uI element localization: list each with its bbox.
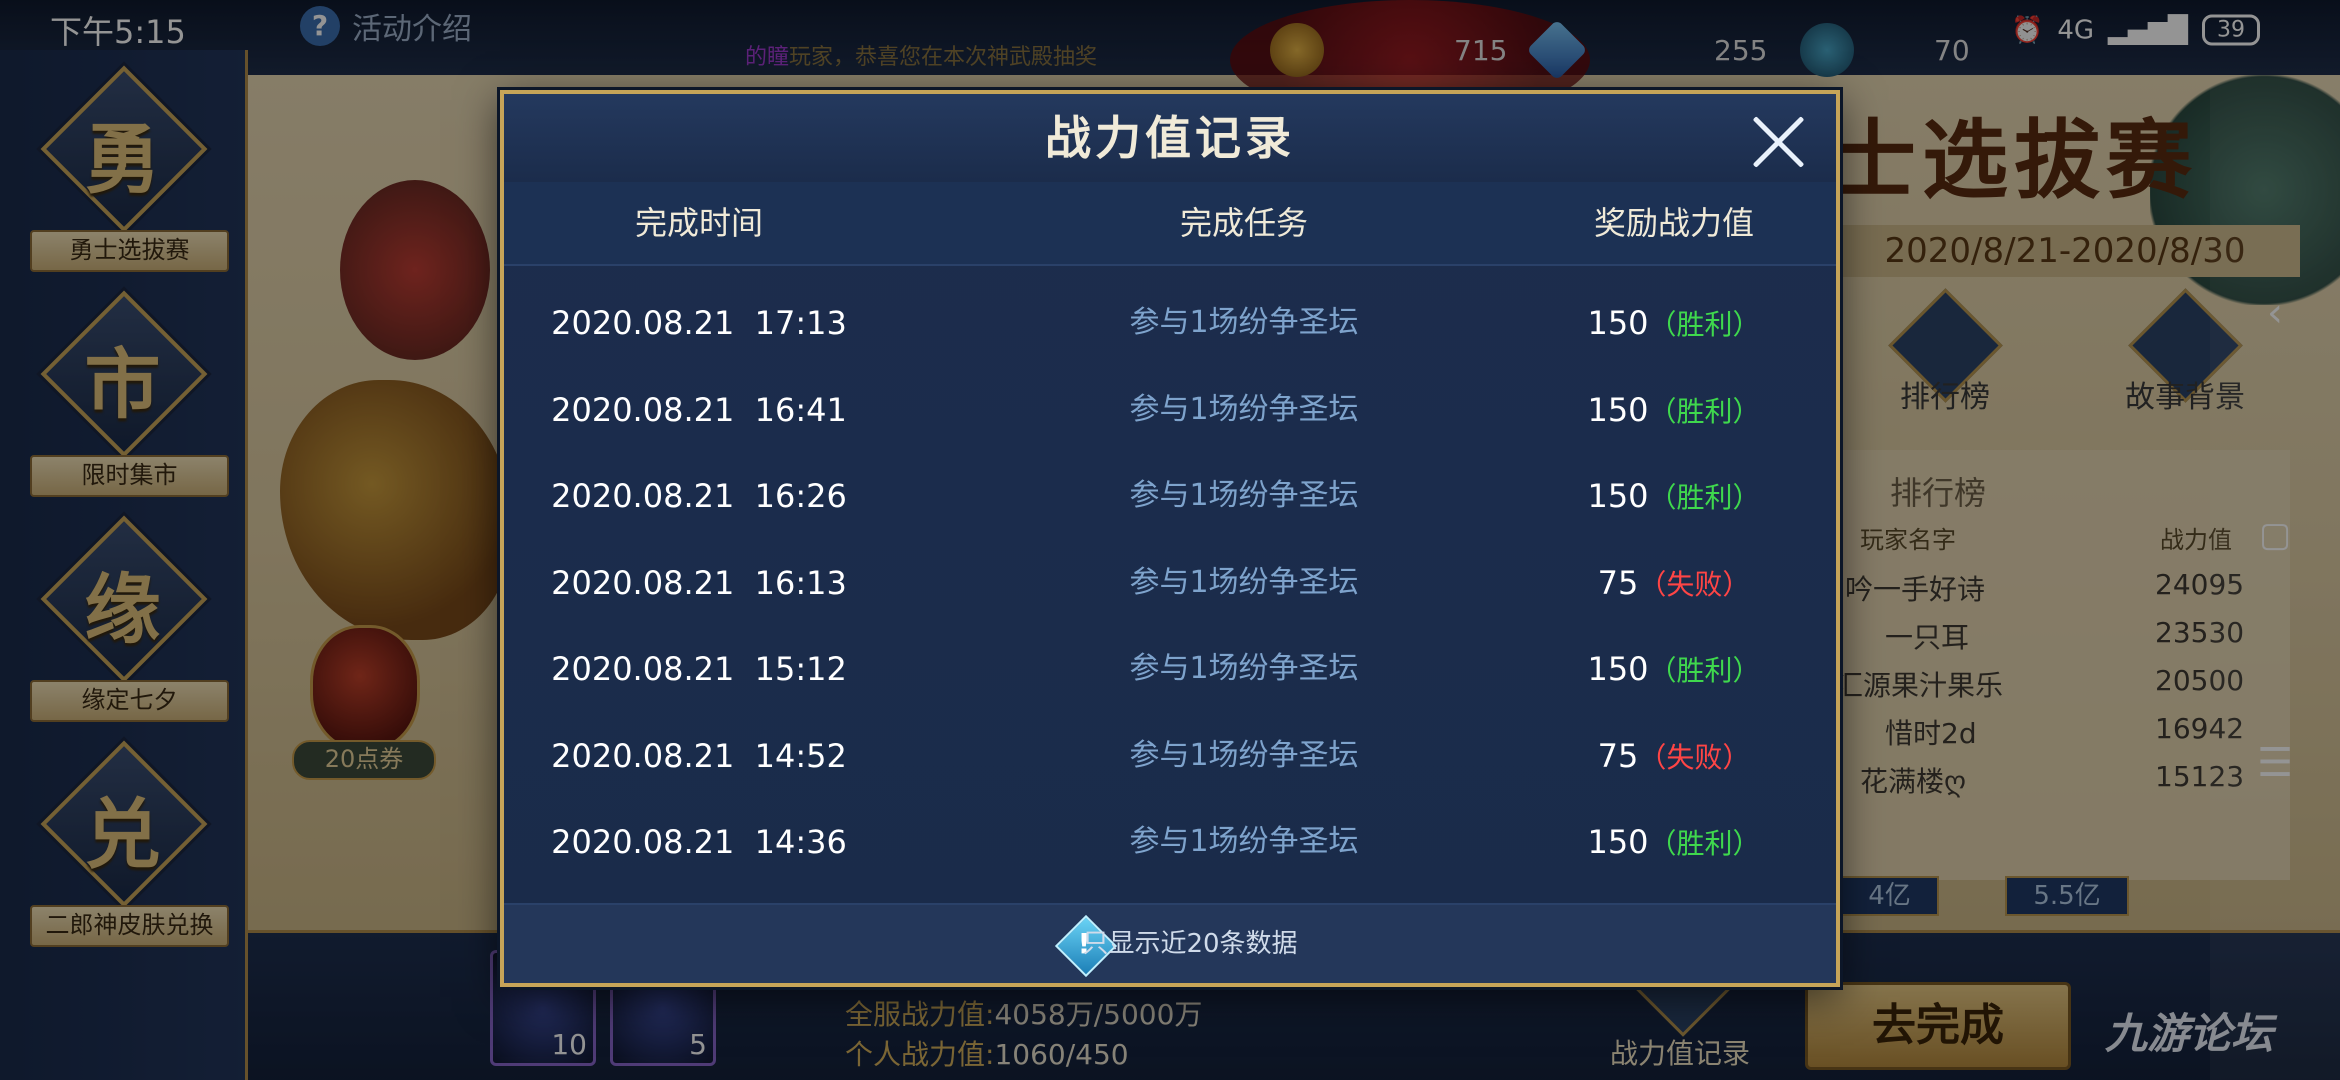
dialog-title: 战力值记录 (1045, 111, 1295, 165)
record-row: 2020.08.21 15:12 参与1场纷争圣坛 150（胜利） (504, 626, 1836, 712)
footer-note: 只显示近20条数据 (1082, 929, 1298, 959)
record-task: 参与1场纷争圣坛 (1129, 824, 1359, 859)
record-task: 参与1场纷争圣坛 (1129, 305, 1359, 340)
dialog-header: 战力值记录 (504, 94, 1836, 182)
result-win: （胜利） (1648, 481, 1761, 514)
record-reward: 150（胜利） (1504, 799, 1844, 885)
header-time: 完成时间 (634, 204, 763, 242)
result-win: （胜利） (1648, 654, 1761, 687)
result-win: （胜利） (1648, 308, 1761, 341)
result-lose: （失败） (1638, 567, 1751, 601)
reward-value: 150 (1587, 823, 1649, 861)
record-task: 参与1场纷争圣坛 (1129, 391, 1359, 427)
record-row: 2020.08.21 16:26 参与1场纷争圣坛 150（胜利） (504, 453, 1836, 539)
record-reward: 150（胜利） (1504, 367, 1844, 453)
dialog-footer: ! 只显示近20条数据 (504, 903, 1836, 983)
record-time: 2020.08.21 14:36 (551, 823, 847, 861)
record-reward: 150（胜利） (1504, 280, 1844, 366)
record-time: 2020.08.21 15:12 (551, 650, 847, 688)
result-win: （胜利） (1648, 827, 1761, 860)
power-record-dialog: 战力值记录 完成时间 完成任务 奖励战力值 2020.08.21 17:13 参与… (500, 90, 1840, 987)
record-reward: 150（胜利） (1504, 453, 1844, 539)
record-row: 2020.08.21 16:13 参与1场纷争圣坛 75（失败） (504, 540, 1836, 626)
record-row: 2020.08.21 14:52 参与1场纷争圣坛 75（失败） (504, 713, 1836, 799)
record-task: 参与1场纷争圣坛 (1129, 737, 1359, 773)
reward-value: 150 (1587, 304, 1649, 342)
record-reward: 75（失败） (1504, 540, 1844, 626)
record-time: 2020.08.21 16:41 (551, 390, 847, 429)
record-reward: 150（胜利） (1504, 626, 1844, 712)
record-time: 2020.08.21 14:52 (551, 736, 847, 775)
record-time: 2020.08.21 16:13 (551, 563, 847, 602)
close-icon[interactable] (1748, 112, 1808, 172)
record-time: 2020.08.21 16:26 (551, 477, 847, 515)
header-task: 完成任务 (1179, 204, 1308, 242)
record-task: 参与1场纷争圣坛 (1129, 478, 1359, 513)
record-time: 2020.08.21 17:13 (551, 304, 847, 342)
record-task: 参与1场纷争圣坛 (1129, 651, 1359, 686)
result-win: （胜利） (1648, 394, 1761, 428)
table-header: 完成时间 完成任务 奖励战力值 (504, 182, 1836, 266)
record-reward: 75（失败） (1504, 713, 1844, 799)
reward-value: 150 (1587, 650, 1649, 688)
header-reward: 奖励战力值 (1593, 204, 1754, 242)
reward-value: 150 (1587, 390, 1649, 429)
reward-value: 75 (1597, 736, 1639, 775)
record-task: 参与1场纷争圣坛 (1129, 564, 1359, 600)
reward-value: 75 (1597, 563, 1639, 602)
record-row: 2020.08.21 14:36 参与1场纷争圣坛 150（胜利） (504, 799, 1836, 885)
reward-value: 150 (1587, 477, 1649, 515)
record-row: 2020.08.21 17:13 参与1场纷争圣坛 150（胜利） (504, 280, 1836, 366)
record-row: 2020.08.21 16:41 参与1场纷争圣坛 150（胜利） (504, 367, 1836, 453)
result-lose: （失败） (1638, 740, 1751, 774)
